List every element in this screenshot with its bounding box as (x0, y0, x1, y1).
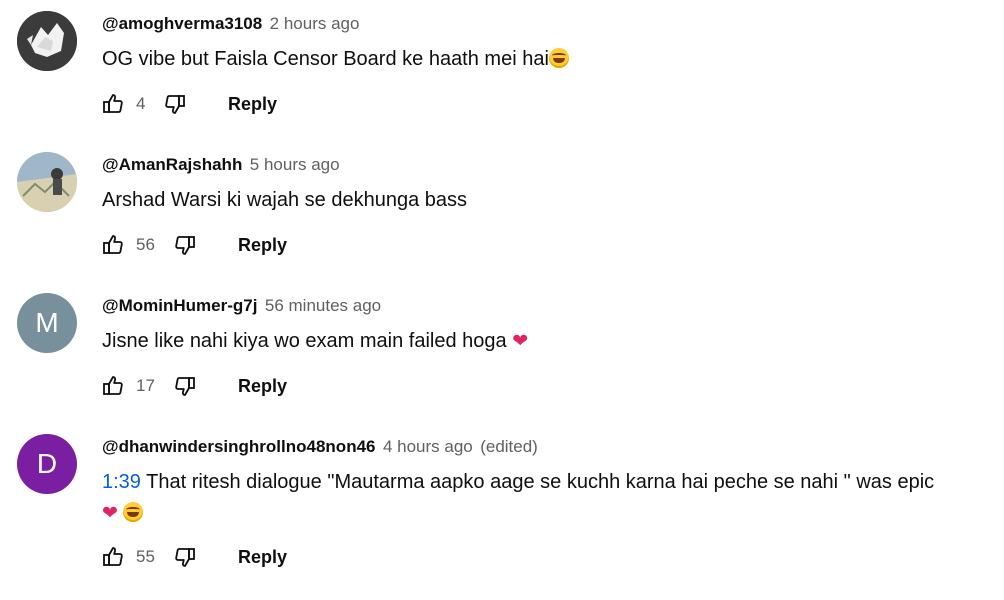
like-button[interactable] (100, 544, 126, 570)
comment-header: @dhanwindersinghrollno48non46 4 hours ag… (102, 437, 538, 457)
like-count: 56 (136, 235, 155, 254)
like-count: 55 (136, 547, 155, 566)
thumbs-down-icon (175, 236, 195, 255)
comment-header: @AmanRajshahh 5 hours ago (102, 155, 340, 175)
thumbs-down-icon (175, 377, 195, 396)
comment-body: Jisne like nahi kiya wo exam main failed… (102, 330, 513, 352)
comment-time[interactable]: 4 hours ago (383, 437, 473, 456)
dislike-button[interactable] (172, 373, 198, 399)
thumbs-up-icon (103, 235, 123, 254)
thumbs-up-icon (103, 94, 123, 113)
red-heart-emoji-icon: ❤ (102, 502, 118, 524)
comment-actions: 17 Reply (100, 372, 287, 400)
thumbs-up-icon (103, 376, 123, 395)
comment-actions: 56 Reply (100, 231, 287, 259)
avatar[interactable] (17, 152, 77, 212)
timestamp-link[interactable]: 1:39 (102, 471, 141, 493)
like-count: 17 (136, 376, 155, 395)
reply-button[interactable]: Reply (238, 235, 287, 256)
like-count: 4 (136, 94, 146, 113)
author-name[interactable]: @AmanRajshahh (102, 155, 242, 174)
comment-header: @MominHumer-g7j 56 minutes ago (102, 296, 381, 316)
comment-text: OG vibe but Faisla Censor Board ke haath… (102, 44, 982, 75)
like-button[interactable] (100, 232, 126, 258)
dislike-button[interactable] (162, 91, 188, 117)
avatar[interactable] (17, 11, 77, 71)
author-name[interactable]: @amoghverma3108 (102, 14, 262, 33)
like-button[interactable] (100, 91, 126, 117)
avatar[interactable]: D (17, 434, 77, 494)
comment-body: Arshad Warsi ki wajah se dekhunga bass (102, 189, 467, 211)
red-heart-emoji-icon: ❤ (512, 330, 529, 352)
reply-button[interactable]: Reply (238, 547, 287, 568)
author-name[interactable]: @dhanwindersinghrollno48non46 (102, 437, 376, 456)
avatar-image (17, 11, 77, 71)
comment-text: Jisne like nahi kiya wo exam main failed… (102, 326, 982, 357)
comment-text: 1:39 That ritesh dialogue "Mautarma aapk… (102, 467, 982, 529)
thumbs-up-icon (103, 547, 123, 566)
avatar-letter: D (36, 448, 58, 479)
comment-body: That ritesh dialogue "Mautarma aapko aag… (140, 471, 935, 493)
thumbs-down-icon (165, 95, 185, 114)
comment-time[interactable]: 2 hours ago (270, 14, 360, 33)
dislike-button[interactable] (172, 544, 198, 570)
like-button[interactable] (100, 373, 126, 399)
comment-actions: 55 Reply (100, 543, 287, 571)
laughing-tears-emoji-icon (548, 48, 569, 68)
comment-actions: 4 Reply (100, 90, 277, 118)
comment-header: @amoghverma3108 2 hours ago (102, 14, 359, 34)
edited-label: (edited) (480, 437, 538, 456)
comment-text: Arshad Warsi ki wajah se dekhunga bass (102, 185, 982, 216)
author-name[interactable]: @MominHumer-g7j (102, 296, 257, 315)
comment-time[interactable]: 5 hours ago (250, 155, 340, 174)
avatar-image (17, 152, 77, 212)
dislike-button[interactable] (172, 232, 198, 258)
thumbs-down-icon (175, 548, 195, 567)
reply-button[interactable]: Reply (228, 94, 277, 115)
comment-body: OG vibe but Faisla Censor Board ke haath… (102, 48, 549, 70)
reply-button[interactable]: Reply (238, 376, 287, 397)
laughing-tears-emoji-icon (123, 502, 144, 522)
avatar[interactable]: M (17, 293, 77, 353)
avatar-letter: M (35, 307, 59, 338)
comment-time[interactable]: 56 minutes ago (265, 296, 381, 315)
